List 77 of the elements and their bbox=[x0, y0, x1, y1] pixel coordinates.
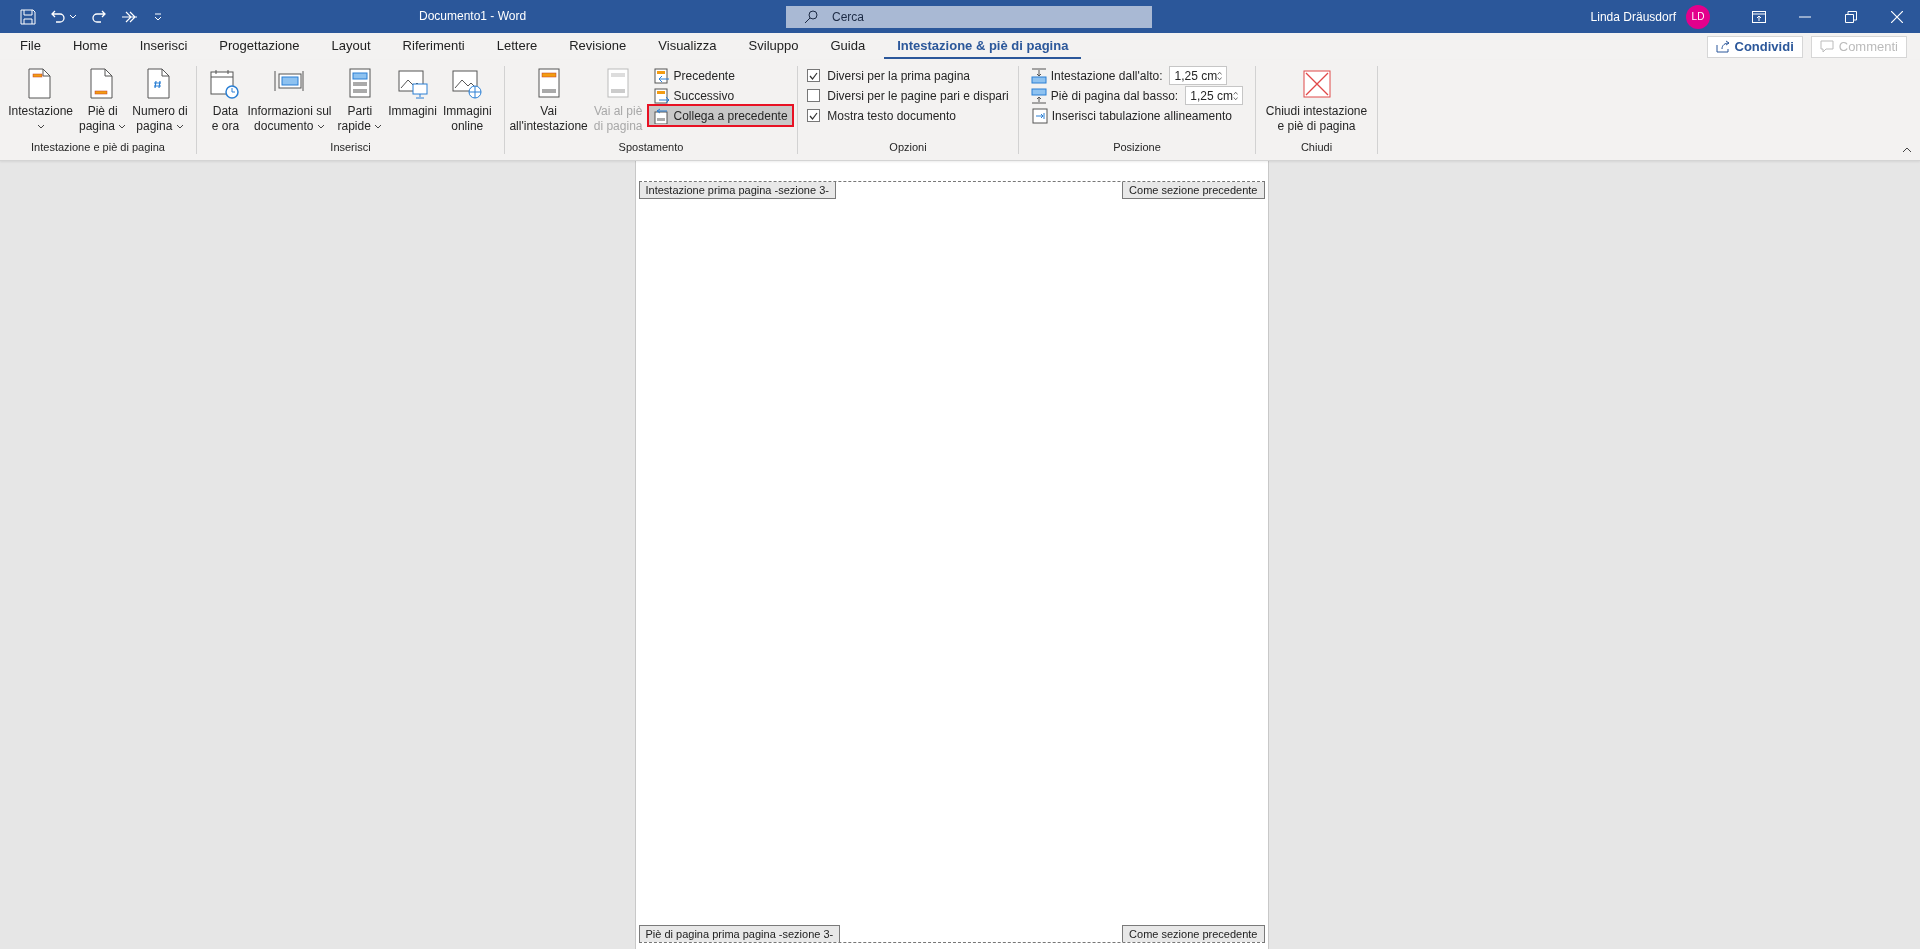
ribbon-tab[interactable]: Intestazione & piè di pagina bbox=[884, 34, 1082, 59]
checkbox[interactable] bbox=[807, 89, 821, 102]
redo-icon bbox=[91, 8, 107, 25]
restore-icon bbox=[1845, 10, 1857, 23]
check-icon bbox=[809, 71, 819, 80]
ribbon-button[interactable]: Numero di pagina bbox=[129, 66, 191, 140]
customize-menu-icon bbox=[153, 11, 163, 22]
spinner-arrows-icon bbox=[1232, 89, 1239, 102]
calendar-clock-icon bbox=[209, 68, 242, 100]
comment-icon bbox=[1819, 40, 1834, 53]
ribbon-button[interactable]: Immagini online bbox=[439, 66, 495, 140]
close-icon bbox=[1300, 68, 1333, 100]
ribbon-tab[interactable]: Home bbox=[59, 34, 121, 59]
picture-icon bbox=[396, 68, 429, 100]
ribbon-button[interactable]: Informazioni sul documento bbox=[244, 66, 335, 140]
check-icon bbox=[809, 111, 819, 120]
ribbon-tab[interactable]: Guida bbox=[817, 34, 879, 59]
ribbon-button[interactable]: Collega a precedente bbox=[649, 106, 792, 125]
tab-align-icon bbox=[1031, 107, 1048, 124]
user-name: Linda Dräusdorf bbox=[1590, 9, 1676, 24]
checkbox-option[interactable]: Mostra testo documento bbox=[804, 106, 1012, 125]
ribbon-button[interactable]: Immagini bbox=[385, 66, 440, 140]
checkbox[interactable] bbox=[807, 69, 821, 82]
field-label: Piè di pagina dal basso: bbox=[1050, 88, 1179, 103]
minimize-icon bbox=[1799, 15, 1811, 18]
field-label: Intestazione dall'alto: bbox=[1050, 68, 1163, 83]
ribbon-tab[interactable]: Revisione bbox=[556, 34, 640, 59]
footer-tag: Piè di pagina prima pagina -sezione 3- bbox=[638, 925, 841, 942]
double-arrow-icon bbox=[121, 9, 139, 24]
group-label: Spostamento bbox=[618, 141, 684, 154]
ribbon-display-icon bbox=[1752, 10, 1766, 23]
header-tag: Intestazione prima pagina -sezione 3- bbox=[638, 182, 836, 199]
ribbon-tab[interactable]: Sviluppo bbox=[735, 34, 812, 59]
ribbon-tab[interactable]: Layout bbox=[318, 34, 384, 59]
collapse-icon bbox=[1902, 147, 1912, 153]
share-button[interactable]: Condividi bbox=[1706, 35, 1803, 58]
ribbon-tab[interactable]: File bbox=[7, 34, 54, 59]
page-link-icon bbox=[653, 107, 670, 124]
group-label: Opzioni bbox=[889, 141, 927, 154]
undo-icon bbox=[50, 8, 66, 25]
search-icon bbox=[804, 10, 818, 24]
checkbox-option[interactable]: Diversi per le pagine pari e dispari bbox=[804, 86, 1012, 105]
ribbon-tab[interactable]: Inserisci bbox=[126, 34, 201, 59]
group-label: Intestazione e piè di pagina bbox=[31, 141, 165, 154]
user-avatar[interactable]: LD bbox=[1686, 4, 1710, 29]
picture-globe-icon bbox=[451, 68, 484, 100]
spin-field[interactable]: 1,25 cm bbox=[1169, 66, 1228, 85]
group-label: Posizione bbox=[1113, 141, 1161, 154]
spin-field[interactable]: 1,25 cm bbox=[1185, 86, 1244, 105]
caret-icon bbox=[69, 13, 77, 20]
ribbon-button[interactable]: Piè di pagina bbox=[76, 66, 130, 140]
spinner-arrows-icon bbox=[1217, 69, 1223, 82]
ribbon-tab[interactable]: Progettazione bbox=[206, 34, 313, 59]
ribbon-button[interactable]: Inserisci tabulazione allineamento bbox=[1027, 106, 1247, 125]
group-label: Inserisci bbox=[330, 141, 371, 154]
section-link-tag: Come sezione precedente bbox=[1122, 925, 1265, 942]
window-title: Documento1 - Word bbox=[419, 9, 527, 23]
section-link-tag: Come sezione precedente bbox=[1122, 182, 1265, 199]
ribbon-tab[interactable]: Riferimenti bbox=[389, 34, 478, 59]
ribbon-button[interactable]: Data e ora bbox=[206, 66, 245, 140]
footer-position-icon bbox=[1030, 87, 1047, 104]
group-label: Chiudi bbox=[1300, 141, 1333, 154]
ribbon-tab[interactable]: Visualizza bbox=[645, 34, 730, 59]
ribbon-button[interactable]: Chiudi intestazione e piè di pagina bbox=[1262, 66, 1371, 140]
ribbon-tab[interactable]: Lettere bbox=[483, 34, 551, 59]
ribbon-button[interactable]: Intestazione bbox=[5, 66, 76, 140]
share-icon bbox=[1715, 40, 1730, 53]
ribbon-button[interactable]: Vai all'intestazione bbox=[506, 66, 591, 140]
close-icon bbox=[1891, 10, 1903, 23]
search-field[interactable]: Cerca bbox=[786, 6, 1152, 28]
header-position-icon bbox=[1030, 67, 1047, 84]
ribbon-button[interactable]: Parti rapide bbox=[334, 66, 386, 140]
ribbon-button[interactable]: Successivo bbox=[649, 86, 792, 105]
ribbon-button[interactable]: Precedente bbox=[649, 66, 792, 85]
save-icon bbox=[20, 8, 36, 25]
checkbox[interactable] bbox=[807, 109, 821, 122]
checkbox-option[interactable]: Diversi per la prima pagina bbox=[804, 66, 1012, 85]
